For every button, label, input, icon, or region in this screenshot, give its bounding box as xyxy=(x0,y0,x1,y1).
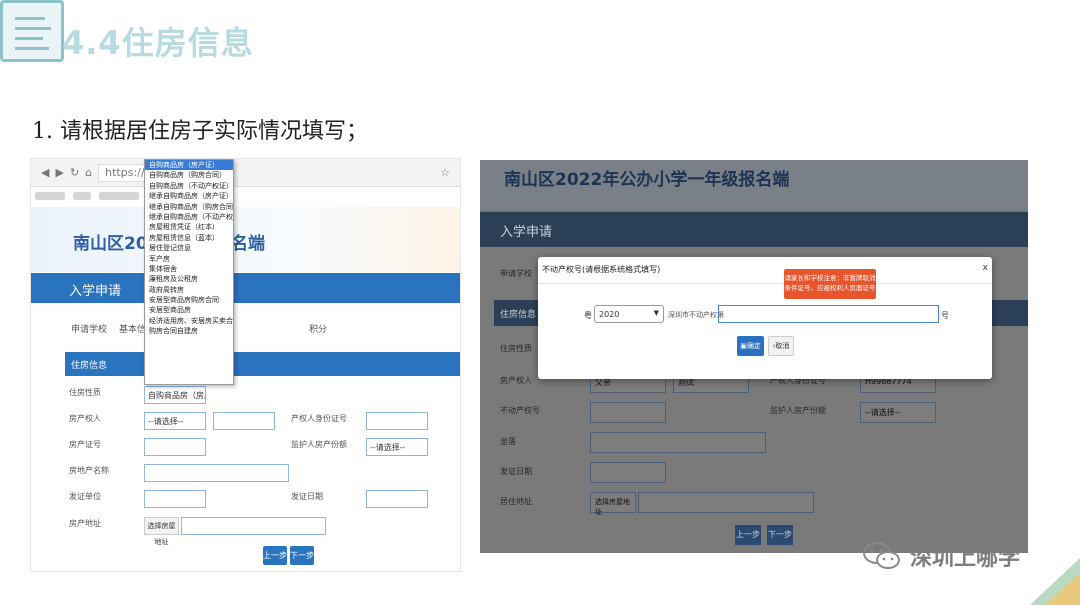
dropdown-option[interactable]: 自购商品房（购房合同） xyxy=(145,170,233,180)
clipboard-icon xyxy=(0,0,64,62)
select-address-button[interactable]: 选择房屋地址 xyxy=(590,492,636,516)
dialog-title: 不动产权号(请根据系统格式填写) xyxy=(542,265,661,274)
dropdown-option[interactable]: 自购商品房（不动产权证） xyxy=(145,181,233,191)
cert-no-label: 不动产权号 xyxy=(500,406,540,415)
owner-select[interactable]: --请选择-- xyxy=(144,412,206,430)
dropdown-option[interactable]: 继承自购商品房（不动产权证） xyxy=(145,212,233,222)
dropdown-option[interactable]: 继承自购商品房（房产证） xyxy=(145,191,233,201)
owner-id-input[interactable] xyxy=(366,412,428,430)
issuer-input[interactable] xyxy=(144,490,206,508)
guardian-share-select[interactable]: --请选择-- xyxy=(366,438,428,456)
next-button[interactable]: 下一步 xyxy=(290,546,314,565)
cert-no-label: 房产证号 xyxy=(69,440,101,449)
refresh-icon[interactable]: ↻ xyxy=(70,166,79,179)
left-screenshot: ◀ ▶ ↻ ⌂ https://ns ☆ 南山区2022年 名端 入学申请 申请… xyxy=(30,158,461,572)
issue-date-input[interactable] xyxy=(366,490,428,508)
address-input[interactable] xyxy=(638,492,814,513)
back-icon[interactable]: ◀ xyxy=(41,166,49,179)
issue-date-input[interactable] xyxy=(590,462,666,483)
slide-title: 4.4住房信息 xyxy=(62,24,254,62)
prev-button[interactable]: 上一步 xyxy=(735,525,761,545)
cert-no-dialog: 不动产权号(请根据系统格式填写) x 粤 2020 ▼ 深圳市不动产权第 号 ▣… xyxy=(538,257,992,379)
cert-no-input[interactable] xyxy=(718,305,939,323)
prefix-label: 粤 xyxy=(584,311,592,320)
site-banner: 南山区2022年 名端 xyxy=(31,207,460,272)
dropdown-option[interactable]: 政府周转房 xyxy=(145,285,233,295)
nav-bar: 入学申请 xyxy=(480,212,1028,247)
issuer-label: 发证单位 xyxy=(69,492,101,501)
brand-mark: 深圳上哪学 xyxy=(862,540,1020,572)
owner-name-input[interactable] xyxy=(213,412,275,430)
issue-date-label: 发证日期 xyxy=(500,467,532,476)
guardian-share-label: 监护人房产份额 xyxy=(770,406,826,415)
section-title: 住房信息 xyxy=(65,352,460,376)
home-icon[interactable]: ⌂ xyxy=(85,166,92,179)
save-icon: ▣ xyxy=(740,342,747,350)
property-name-input[interactable] xyxy=(144,464,289,482)
city-text: 深圳市不动产权第 xyxy=(668,311,724,319)
instruction-text: 1. 请根据居住房子实际情况填写； xyxy=(32,119,368,144)
address-area-label: 坐落 xyxy=(500,437,516,446)
housing-type-dropdown-list[interactable]: 自购商品房（房产证） 自购商品房（购房合同） 自购商品房（不动产权证） 继承自购商品房… xyxy=(144,159,234,385)
slide: 4.4住房信息 1. 请根据居住房子实际情况填写； ◀ ▶ ↻ ⌂ https:… xyxy=(0,0,1080,605)
forward-icon[interactable]: ▶ xyxy=(55,166,63,179)
prev-button[interactable]: 上一步 xyxy=(263,546,287,565)
tab-points[interactable]: 积分 xyxy=(309,322,327,335)
housing-type-label: 住房性质 xyxy=(69,388,101,397)
dropdown-option[interactable]: 购房合同自建房 xyxy=(145,326,233,336)
issue-date-label: 发证日期 xyxy=(291,492,323,501)
nav-bar: 入学申请 xyxy=(31,273,460,303)
chevron-down-icon: ▼ xyxy=(653,309,659,317)
guardian-share-label: 监护人房产份额 xyxy=(291,440,347,449)
next-button[interactable]: 下一步 xyxy=(767,525,793,545)
dropdown-option[interactable]: 集体宿舍 xyxy=(145,264,233,274)
site-banner: 南山区2022年公办小学一年级报名端 xyxy=(480,160,1028,210)
year-select[interactable]: 2020 ▼ xyxy=(594,305,664,323)
address-input[interactable] xyxy=(181,517,326,535)
owner-label: 房产权人 xyxy=(500,376,532,385)
select-address-button[interactable]: 选择房屋地址 xyxy=(144,517,179,546)
property-name-label: 房地产名称 xyxy=(69,466,109,475)
housing-type-select[interactable]: 自购商品房（房产证） xyxy=(144,386,206,404)
tab-apply-school[interactable]: 申请学校 xyxy=(500,268,532,279)
dropdown-option[interactable]: 继承自购商品房（购房合同） xyxy=(145,202,233,212)
address-label: 居住地址 xyxy=(500,497,532,506)
star-icon[interactable]: ☆ xyxy=(440,166,450,179)
banner-title-tail: 名端 xyxy=(231,234,265,254)
bookmarks-bar xyxy=(31,187,460,205)
dropdown-option[interactable]: 经济适用房、安居房买卖合同 xyxy=(145,316,233,326)
owner-id-label: 产权人身份证号 xyxy=(291,414,347,423)
dropdown-option[interactable]: 房屋租赁信息（蓝本） xyxy=(145,233,233,243)
housing-type-label: 住房性质 xyxy=(500,344,532,353)
dropdown-option[interactable]: 自购商品房（房产证） xyxy=(145,160,233,171)
cert-no-input[interactable] xyxy=(144,438,206,456)
owner-label: 房产权人 xyxy=(69,414,101,423)
address-area-input[interactable] xyxy=(590,432,766,453)
tab-apply-school[interactable]: 申请学校 xyxy=(71,322,107,335)
dropdown-option[interactable]: 居住登记信息 xyxy=(145,243,233,253)
confirm-button[interactable]: ▣确定 xyxy=(737,336,764,356)
dropdown-option[interactable]: 廉租房及公租房 xyxy=(145,274,233,284)
suffix-label: 号 xyxy=(941,311,949,320)
dropdown-option[interactable]: 安居型商品房 xyxy=(145,305,233,315)
browser-toolbar: ◀ ▶ ↻ ⌂ https://ns ☆ xyxy=(31,159,460,187)
dropdown-option[interactable]: 房屋租赁凭证（红本） xyxy=(145,222,233,232)
nav-title: 入学申请 xyxy=(500,225,553,240)
cert-no-input[interactable] xyxy=(590,402,666,423)
guardian-share-select[interactable]: --请选择-- xyxy=(860,402,936,423)
ruler-decoration-icon xyxy=(1030,558,1080,605)
close-icon[interactable]: x xyxy=(983,263,988,273)
banner-title: 南山区2022年公办小学一年级报名端 xyxy=(504,170,790,190)
address-label: 房产地址 xyxy=(69,519,101,528)
dropdown-option[interactable]: 安居型商品房购房合同 xyxy=(145,295,233,305)
cancel-button[interactable]: ‹取消 xyxy=(768,336,794,356)
wechat-icon xyxy=(863,542,900,569)
nav-title: 入学申请 xyxy=(69,284,122,299)
year-value: 2020 xyxy=(599,310,620,319)
brand-text: 深圳上哪学 xyxy=(910,546,1021,571)
warning-tooltip: 请家长和学校注意：非暂牌取消条件证号，应被权利人页面证号 xyxy=(784,269,876,299)
dropdown-option[interactable]: 军产房 xyxy=(145,254,233,264)
